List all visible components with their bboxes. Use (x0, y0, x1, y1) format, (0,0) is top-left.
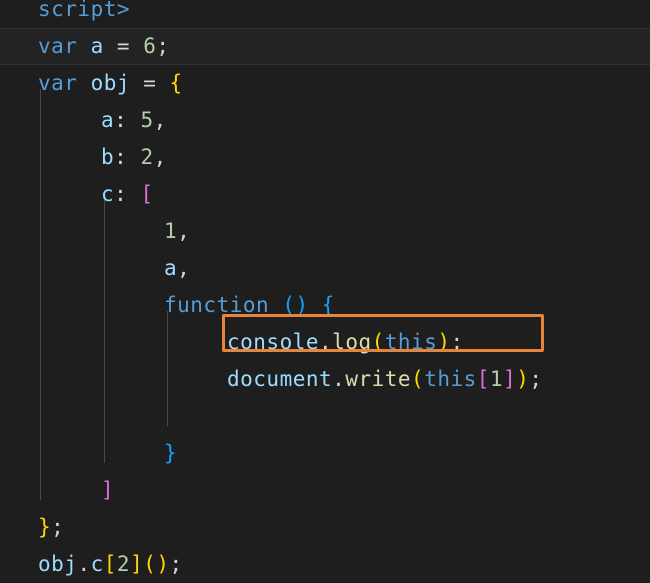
line-call-token-4: 2 (116, 552, 131, 576)
line-call-token-0: obj (38, 552, 78, 576)
line-close-fn-text: } (164, 435, 177, 472)
line-prop-c-token-1: : (114, 182, 128, 206)
line-var-a-token-2: a (90, 34, 104, 58)
line-call-token-8: ; (169, 552, 183, 576)
line-script-end[interactable]: script> (0, 0, 650, 28)
line-var-obj-token-6: { (169, 71, 183, 95)
line-prop-b-token-0: b (101, 145, 115, 169)
line-call-text: obj.c[2](); (38, 546, 183, 583)
line-close-array-text: ] (101, 472, 114, 509)
line-call-token-6: ( (143, 552, 157, 576)
line-var-obj-token-3 (130, 71, 143, 95)
line-var-a-token-7: ; (156, 34, 170, 58)
line-prop-a[interactable]: a: 5, (0, 102, 650, 139)
line-document-write-text: document.write(this[1]); (227, 361, 543, 398)
line-var-a-token-1 (77, 34, 90, 58)
line-prop-c[interactable]: c: [ (0, 176, 650, 213)
line-close-obj-text: }; (38, 509, 64, 546)
line-document-write-token-0: document (227, 367, 333, 391)
line-prop-b-token-4: , (153, 145, 167, 169)
line-arr-1-text: 1, (164, 213, 190, 250)
line-script-end-text: script> (38, 0, 130, 28)
line-call-token-2: c (90, 552, 104, 576)
line-var-obj-token-0: var (38, 71, 78, 95)
line-document-write-token-4: this (424, 367, 477, 391)
line-prop-a-token-2 (127, 108, 140, 132)
line-var-a-text: var a = 6; (38, 28, 170, 65)
line-prop-a-token-4: , (153, 108, 167, 132)
line-document-write-token-8: ) (516, 367, 530, 391)
line-document-write-token-3: ( (411, 367, 425, 391)
line-arr-1-token-0: 1 (164, 219, 178, 243)
line-arr-1[interactable]: 1, (0, 213, 650, 250)
line-arr-a-token-0: a (164, 256, 178, 280)
line-document-write-token-7: ] (503, 367, 517, 391)
line-document-write-token-5: [ (476, 367, 490, 391)
line-close-fn-token-0: } (164, 441, 178, 465)
line-call-token-5: ] (130, 552, 144, 576)
line-var-obj-token-1 (77, 71, 90, 95)
line-close-obj-token-0: } (38, 515, 52, 539)
line-arr-a[interactable]: a, (0, 250, 650, 287)
line-prop-c-token-2 (127, 182, 140, 206)
line-prop-b-token-1: : (114, 145, 128, 169)
line-var-a-token-3 (104, 34, 117, 58)
line-var-obj-token-2: obj (90, 71, 131, 95)
line-var-a-token-0: var (38, 34, 78, 58)
line-close-obj[interactable]: }; (0, 509, 650, 546)
line-arr-1-token-1: , (177, 219, 191, 243)
line-var-a-token-6: 6 (143, 34, 157, 58)
line-prop-a-text: a: 5, (101, 102, 167, 139)
line-prop-b-text: b: 2, (101, 139, 167, 176)
line-call-token-1: . (77, 552, 91, 576)
line-document-write-token-9: ; (529, 367, 543, 391)
line-call-token-3: [ (103, 552, 117, 576)
line-close-obj-token-1: ; (51, 515, 65, 539)
line-var-a-token-5 (130, 34, 143, 58)
line-prop-b-token-3: 2 (140, 145, 154, 169)
line-var-a[interactable]: var a = 6; (0, 28, 650, 65)
line-call-token-7: ) (156, 552, 170, 576)
line-arr-a-text: a, (164, 250, 190, 287)
line-var-obj[interactable]: var obj = { (0, 65, 650, 102)
line-call[interactable]: obj.c[2](); (0, 546, 650, 583)
line-prop-c-text: c: [ (101, 176, 154, 213)
line-close-array-token-0: ] (101, 478, 115, 502)
line-document-write-token-6: 1 (489, 367, 504, 391)
line-var-obj-token-5 (156, 71, 169, 95)
line-var-a-token-4: = (116, 34, 131, 58)
line-close-array[interactable]: ] (0, 472, 650, 509)
line-prop-b-token-2 (127, 145, 140, 169)
line-prop-a-token-0: a (101, 108, 115, 132)
line-arr-a-token-1: , (177, 256, 191, 280)
line-script-end-token-0: script> (38, 0, 131, 21)
line-var-obj-text: var obj = { (38, 65, 183, 102)
line-prop-a-token-3: 5 (140, 108, 154, 132)
line-blank[interactable] (0, 398, 650, 435)
highlight-annotation-box (222, 314, 544, 352)
line-document-write[interactable]: document.write(this[1]); (0, 361, 650, 398)
line-prop-c-token-3: [ (140, 182, 154, 206)
line-document-write-token-2: write (345, 367, 412, 391)
line-document-write-token-1: . (332, 367, 346, 391)
line-prop-b[interactable]: b: 2, (0, 139, 650, 176)
code-editor[interactable]: script> var a = 6; var obj = {a: 5, b: 2, c:… (0, 0, 650, 582)
line-var-obj-token-4: = (143, 71, 157, 95)
line-prop-a-token-1: : (114, 108, 128, 132)
line-prop-c-token-0: c (101, 182, 115, 206)
line-close-fn[interactable]: } (0, 435, 650, 472)
